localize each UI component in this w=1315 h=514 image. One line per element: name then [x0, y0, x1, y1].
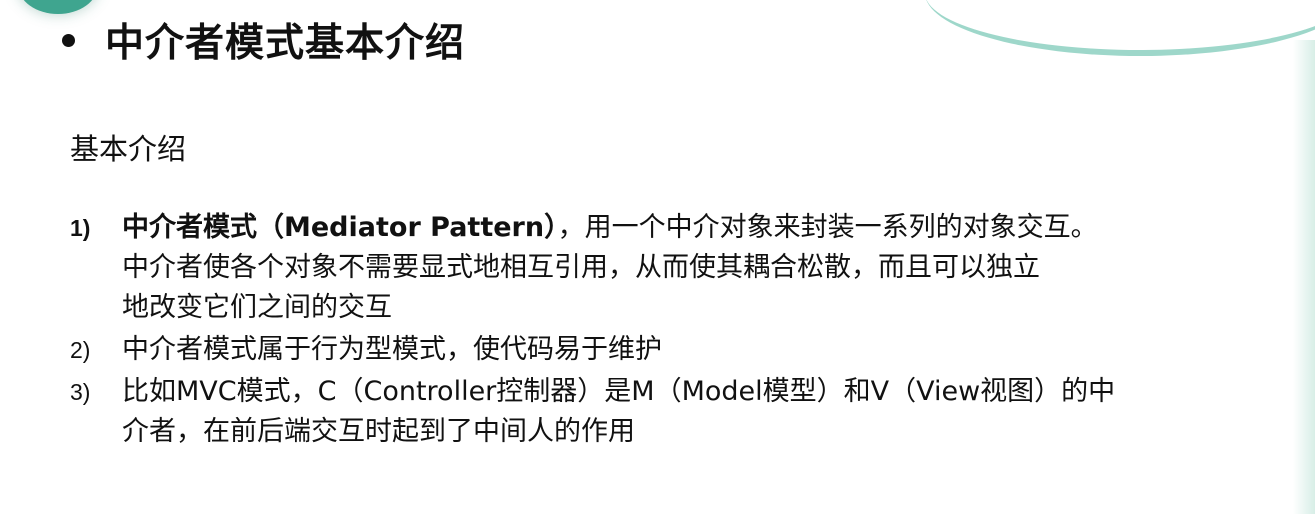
list-item-line: 中介者模式（Mediator Pattern），用一个中介对象来封装一系列的对象…: [122, 208, 1270, 248]
title-row: 中介者模式基本介绍: [62, 12, 465, 68]
list-item-number: 3): [70, 379, 91, 405]
emphasized-term: 中介者模式（Mediator Pattern）: [122, 212, 558, 243]
bullet-icon: [62, 33, 75, 47]
numbered-list: 1) 中介者模式（Mediator Pattern），用一个中介对象来封装一系列…: [70, 208, 1270, 454]
list-item-line: 中介者使各个对象不需要显式地相互引用，从而使其耦合松散，而且可以独立: [122, 252, 1040, 283]
list-item-body: 中介者模式属于行为型模式，使代码易于维护: [122, 330, 1270, 370]
list-item-2: 2) 中介者模式属于行为型模式，使代码易于维护: [70, 330, 1270, 370]
list-item-body: 中介者模式（Mediator Pattern），用一个中介对象来封装一系列的对象…: [122, 208, 1270, 328]
list-item-3: 3) 比如MVC模式，C（Controller控制器）是M（Model模型）和V…: [70, 372, 1270, 452]
list-item-line: 地改变它们之间的交互: [122, 292, 392, 323]
list-item-number: 2): [70, 337, 91, 363]
section-subtitle: 基本介绍: [70, 132, 187, 166]
list-item-number: 1): [70, 215, 91, 241]
list-item-text: ，用一个中介对象来封装一系列的对象交互。: [557, 212, 1098, 243]
list-item-line: 比如MVC模式，C（Controller控制器）是M（Model模型）和V（Vi…: [122, 376, 1116, 407]
list-item-line: 介者，在前后端交互时起到了中间人的作用: [122, 416, 635, 447]
decorative-arc: [925, 0, 1315, 56]
decorative-edge-glow: [1293, 40, 1315, 514]
list-item-1: 1) 中介者模式（Mediator Pattern），用一个中介对象来封装一系列…: [70, 208, 1270, 328]
list-item-body: 比如MVC模式，C（Controller控制器）是M（Model模型）和V（Vi…: [122, 372, 1270, 452]
list-item-line: 中介者模式属于行为型模式，使代码易于维护: [122, 334, 662, 365]
page-title: 中介者模式基本介绍: [105, 21, 466, 66]
